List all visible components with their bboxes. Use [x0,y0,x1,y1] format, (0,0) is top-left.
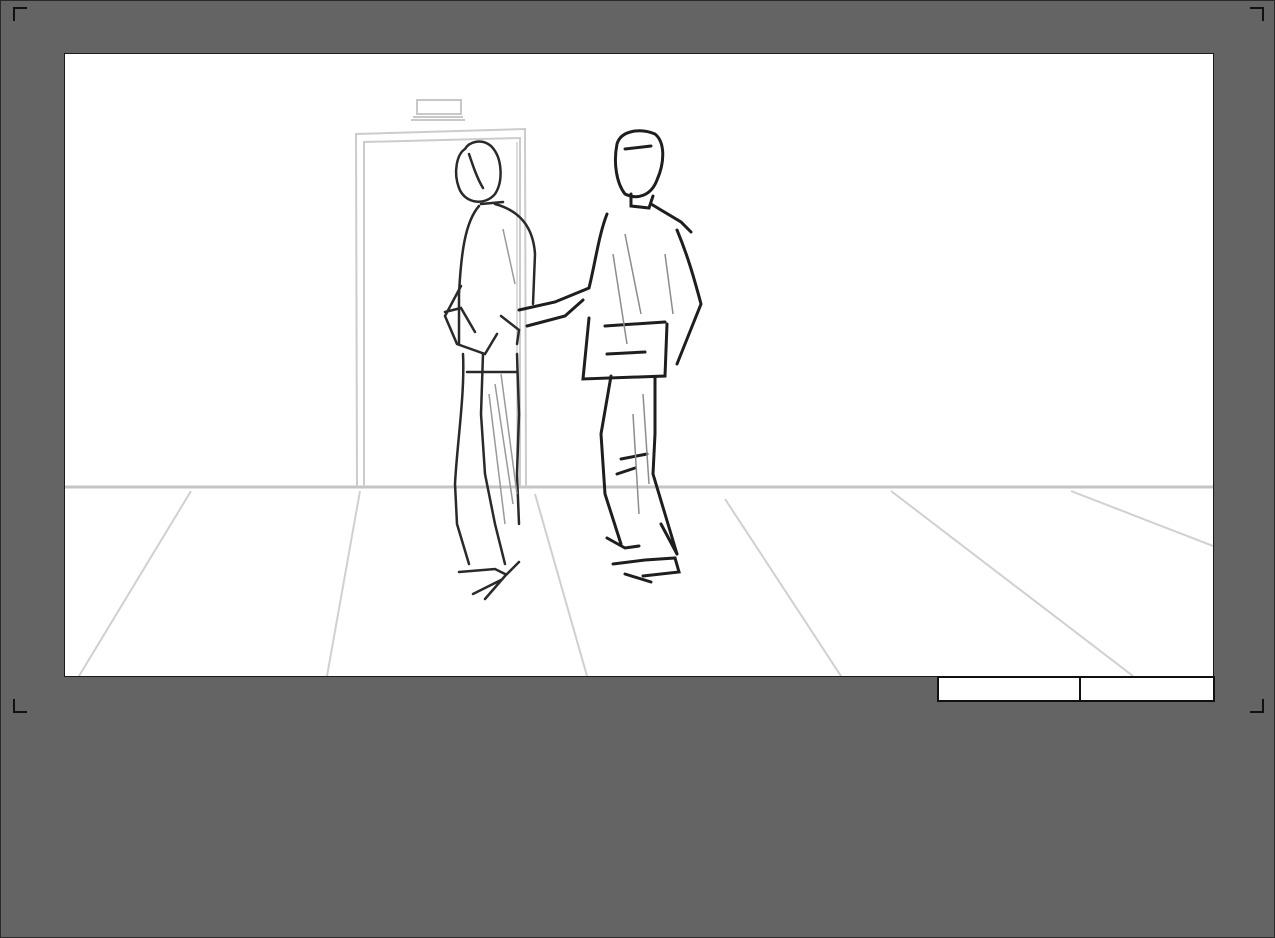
sketch-canvas [65,99,1213,676]
scene-number-box[interactable] [937,676,1081,702]
figure-left-shading [488,228,518,525]
storyboard-panel[interactable] [64,53,1214,677]
figure-right [517,129,703,584]
crop-mark-top-right-icon [1250,7,1264,21]
exit-sign-icon [411,99,465,121]
shot-number-box[interactable] [1079,676,1215,702]
crop-mark-bottom-left-icon [13,699,27,713]
crop-mark-bottom-right-icon [1250,699,1264,713]
crop-mark-top-left-icon [13,7,27,21]
floor-lines [65,485,1213,676]
figure-left [443,140,537,601]
